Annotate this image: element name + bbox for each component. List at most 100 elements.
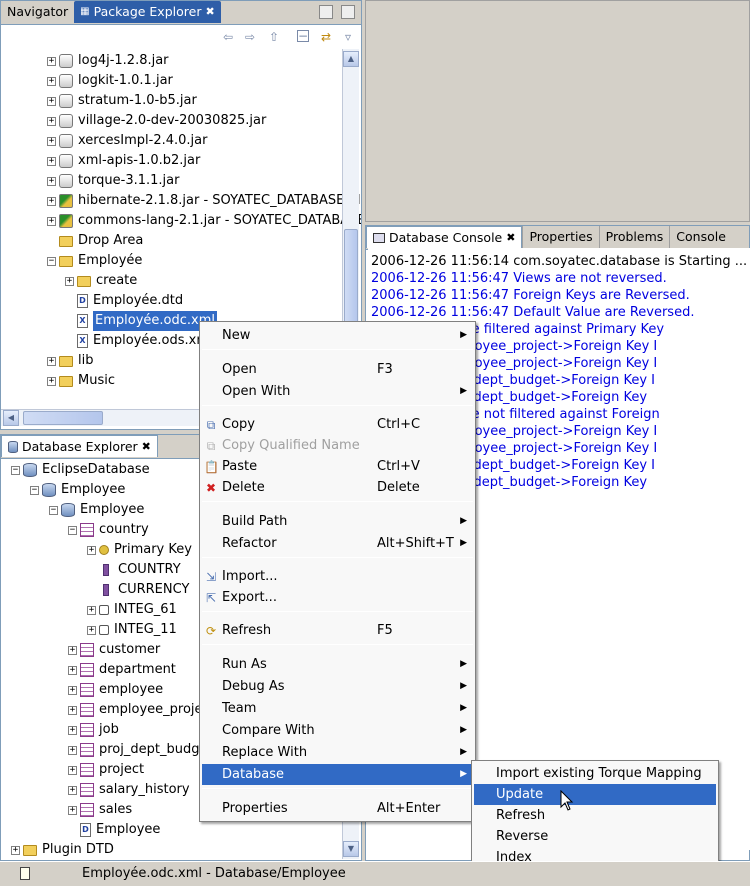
menu-item-paste[interactable]: 📋 Paste Ctrl+V — [202, 456, 473, 477]
tree-item[interactable]: Drop Area — [47, 231, 143, 251]
scroll-up-icon[interactable]: ▲ — [343, 51, 359, 67]
expand-icon[interactable]: + — [68, 685, 77, 695]
scroll-left-icon[interactable]: ◀ — [3, 410, 19, 426]
tree-item[interactable]: + stratum-1.0-b5.jar — [47, 91, 197, 111]
submenu-item-reverse[interactable]: Reverse — [474, 826, 716, 847]
expand-icon[interactable]: + — [68, 805, 77, 815]
expand-icon[interactable]: + — [87, 545, 96, 555]
maximize-icon[interactable] — [341, 5, 355, 19]
tree-item[interactable]: − Employee — [49, 500, 144, 520]
expand-icon[interactable]: + — [47, 116, 56, 126]
tree-item[interactable]: + project — [68, 760, 144, 780]
tree-item[interactable]: + torque-3.1.1.jar — [47, 171, 179, 191]
menu-item-database[interactable]: Database ▶ — [202, 764, 473, 785]
hscroll-thumb[interactable] — [23, 411, 103, 425]
tree-item[interactable]: D Employee — [68, 820, 160, 840]
tree-item[interactable]: + INTEG_61 — [87, 600, 177, 620]
tree-item[interactable]: + employee_proje — [68, 700, 203, 720]
menu-item-properties[interactable]: Properties Alt+Enter — [202, 798, 473, 819]
tab-console[interactable]: Console — [669, 226, 732, 248]
expand-icon[interactable]: + — [47, 356, 56, 366]
expand-icon[interactable]: + — [11, 845, 20, 855]
expand-icon[interactable]: + — [47, 76, 56, 86]
expand-icon[interactable]: + — [47, 216, 56, 226]
tree-item[interactable]: X Employée.ods.xml — [65, 331, 213, 351]
tree-item[interactable]: CURRENCY — [87, 580, 189, 600]
tree-item[interactable]: + job — [68, 720, 119, 740]
menu-item-compare-with[interactable]: Compare With ▶ — [202, 720, 473, 741]
view-menu-icon[interactable]: ▿ — [341, 30, 355, 44]
tab-navigator[interactable]: Navigator — [1, 1, 74, 23]
menu-item-refresh[interactable]: ⟳ Refresh F5 — [202, 620, 473, 641]
tree-item[interactable]: + department — [68, 660, 176, 680]
tree-item[interactable]: + Primary Key — [87, 540, 192, 560]
tree-item[interactable]: + log4j-1.2.8.jar — [47, 51, 169, 71]
submenu-item-refresh[interactable]: Refresh — [474, 805, 716, 826]
menu-item-copy[interactable]: ⧉ Copy Ctrl+C — [202, 414, 473, 435]
menu-item-build-path[interactable]: Build Path ▶ — [202, 511, 473, 532]
tree-item[interactable]: + proj_dept_budg — [68, 740, 199, 760]
collapse-icon[interactable]: − — [11, 465, 20, 475]
submenu-item-import-existing-torque-mapping[interactable]: Import existing Torque Mapping — [474, 763, 716, 784]
up-icon[interactable]: ⇧ — [267, 30, 281, 44]
close-icon[interactable]: ✖ — [142, 436, 151, 458]
tree-item[interactable]: + Plugin DTD — [11, 840, 114, 859]
expand-icon[interactable]: + — [65, 276, 74, 286]
menu-item-open-with[interactable]: Open With ▶ — [202, 381, 473, 402]
menu-item-new[interactable]: New ▶ — [202, 325, 473, 346]
tree-item[interactable]: − Employée — [47, 251, 142, 271]
back-arrow-icon[interactable]: ⇦ — [221, 30, 235, 44]
menu-item-refactor[interactable]: Refactor Alt+Shift+T ▶ — [202, 533, 473, 554]
tree-item[interactable]: + commons-lang-2.1.jar - SOYATEC_DATABASE — [47, 211, 361, 231]
tree-item[interactable]: COUNTRY — [87, 560, 181, 580]
menu-item-delete[interactable]: ✖ Delete Delete — [202, 477, 473, 498]
tree-item[interactable]: + sales — [68, 800, 132, 820]
menu-item-import[interactable]: ⇲ Import... — [202, 566, 473, 587]
collapse-icon[interactable]: − — [49, 505, 58, 515]
expand-icon[interactable]: + — [47, 96, 56, 106]
tree-item[interactable]: + Music — [47, 371, 115, 391]
tree-item[interactable]: + employee — [68, 680, 163, 700]
tree-item[interactable]: + create — [65, 271, 137, 291]
expand-icon[interactable]: + — [47, 376, 56, 386]
tree-item[interactable]: + xercesImpl-2.4.0.jar — [47, 131, 207, 151]
expand-icon[interactable]: + — [87, 625, 96, 635]
tree-item[interactable]: + salary_history — [68, 780, 190, 800]
tree-item[interactable]: + village-2.0-dev-20030825.jar — [47, 111, 266, 131]
menu-item-team[interactable]: Team ▶ — [202, 698, 473, 719]
tree-item[interactable]: + INTEG_11 — [87, 620, 177, 640]
expand-icon[interactable]: + — [47, 156, 56, 166]
menu-item-debug-as[interactable]: Debug As ▶ — [202, 676, 473, 697]
tree-item[interactable]: + customer — [68, 640, 160, 660]
menu-item-open[interactable]: Open F3 — [202, 359, 473, 380]
tree-item[interactable]: + xml-apis-1.0.b2.jar — [47, 151, 200, 171]
tree-item[interactable]: + hibernate-2.1.8.jar - SOYATEC_DATABASE_… — [47, 191, 361, 211]
tab-problems[interactable]: Problems — [598, 226, 670, 248]
submenu-item-update[interactable]: Update — [474, 784, 716, 805]
tree-item[interactable]: D Employée.dtd — [65, 291, 183, 311]
expand-icon[interactable]: + — [47, 196, 56, 206]
expand-icon[interactable]: + — [47, 176, 56, 186]
scroll-down-icon[interactable]: ▼ — [343, 841, 359, 857]
collapse-icon[interactable]: − — [47, 256, 56, 266]
tab-database-console[interactable]: Database Console ✖ — [366, 226, 523, 248]
tree-item[interactable]: − EclipseDatabase — [11, 460, 150, 480]
tree-item[interactable]: − Employee — [30, 480, 125, 500]
expand-icon[interactable]: + — [68, 705, 77, 715]
collapse-all-icon[interactable]: − — [297, 30, 309, 42]
tree-item[interactable]: X Employée.odc.xml — [65, 310, 218, 332]
expand-icon[interactable]: + — [47, 56, 56, 66]
collapse-icon[interactable]: − — [30, 485, 39, 495]
expand-icon[interactable]: + — [68, 665, 77, 675]
forward-arrow-icon[interactable]: ⇨ — [243, 30, 257, 44]
tree-item[interactable]: − country — [68, 520, 149, 540]
expand-icon[interactable]: + — [87, 605, 96, 615]
menu-item-export[interactable]: ⇱ Export... — [202, 587, 473, 608]
tree-item[interactable]: + lib — [47, 351, 93, 371]
expand-icon[interactable]: + — [68, 765, 77, 775]
expand-icon[interactable]: + — [68, 725, 77, 735]
expand-icon[interactable]: + — [68, 745, 77, 755]
tab-database-explorer[interactable]: Database Explorer ✖ — [1, 435, 158, 457]
expand-icon[interactable]: + — [68, 785, 77, 795]
collapse-icon[interactable]: − — [68, 525, 77, 535]
